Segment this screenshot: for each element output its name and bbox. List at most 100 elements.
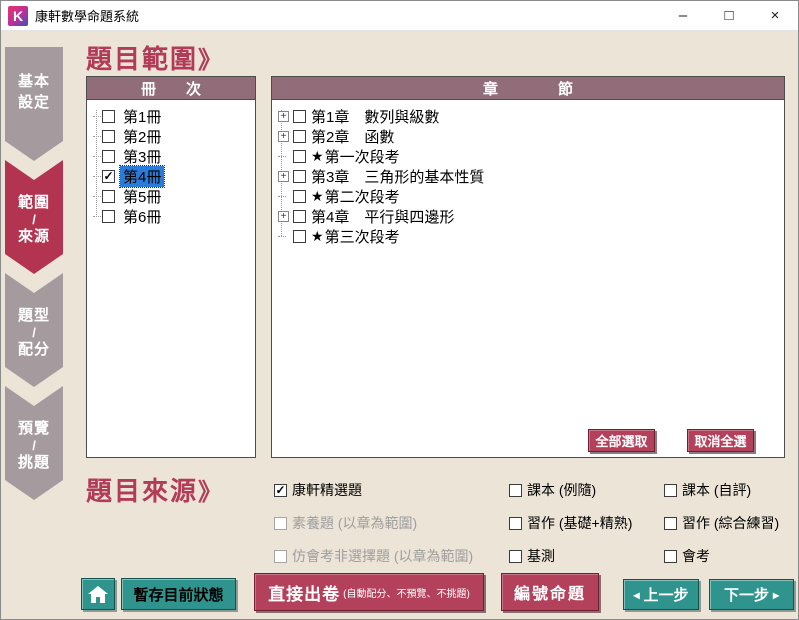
expand-icon[interactable]: + <box>278 111 289 122</box>
sidebar-tab-label: 題型 <box>5 305 63 326</box>
volume-checkbox[interactable] <box>102 110 115 123</box>
chapter-item[interactable]: +第3章三角形的基本性質 <box>272 166 784 186</box>
chapter-checkbox[interactable] <box>293 190 306 203</box>
source-checkbox[interactable] <box>274 484 287 497</box>
tree-stub <box>93 136 101 137</box>
home-button[interactable] <box>81 578 115 610</box>
chapter-checkbox[interactable] <box>293 210 306 223</box>
tree-stub <box>93 156 101 157</box>
source-column-3: 課本 (自評) 習作 (綜合練習) 會考 <box>664 480 779 579</box>
title-bar: K 康軒數學命題系統 – □ × <box>1 1 798 31</box>
volume-item[interactable]: 第6冊 <box>87 206 255 226</box>
maximize-button[interactable]: □ <box>706 1 752 30</box>
chapter-number: 第4章 <box>311 206 349 227</box>
source-label: 會考 <box>682 546 710 566</box>
chapter-item[interactable]: ★第一次段考 <box>272 146 784 166</box>
volume-checkbox[interactable] <box>102 190 115 203</box>
save-state-button[interactable]: 暫存目前狀態 <box>121 578 236 610</box>
tree-stub <box>93 116 101 117</box>
volume-checkbox[interactable] <box>102 210 115 223</box>
volume-label[interactable]: 第3冊 <box>120 146 164 167</box>
chapter-title: 數列與級數 <box>364 106 439 127</box>
chapter-checkbox[interactable] <box>293 170 306 183</box>
source-option[interactable]: 課本 (例隨) <box>509 480 632 500</box>
chapter-item[interactable]: ★第二次段考 <box>272 186 784 206</box>
source-heading-text: 題目來源 <box>86 476 198 506</box>
expand-icon[interactable]: + <box>278 131 289 142</box>
volume-checkbox[interactable] <box>102 170 115 183</box>
volume-panel: 冊 次 第1冊第2冊第3冊第4冊第5冊第6冊 <box>86 76 256 458</box>
close-button[interactable]: × <box>752 1 798 30</box>
expand-icon[interactable]: + <box>278 171 289 182</box>
volume-item[interactable]: 第2冊 <box>87 126 255 146</box>
volume-item[interactable]: 第1冊 <box>87 106 255 126</box>
source-checkbox[interactable] <box>664 550 677 563</box>
deselect-all-button[interactable]: 取消全選 <box>687 429 754 452</box>
home-icon <box>88 586 108 603</box>
direct-exam-button[interactable]: 直接出卷 (自動配分、不預覽、不挑題) <box>254 573 484 611</box>
chapter-tree: 全部選取 取消全選 + 第1章數列與級數 + 第2章函數★第一次段考+第3章三角形的基… <box>272 100 784 456</box>
source-checkbox[interactable] <box>509 517 522 530</box>
tree-stub <box>278 236 286 237</box>
source-option[interactable]: 基測 <box>509 546 632 566</box>
window-controls: – □ × <box>660 1 798 30</box>
source-option[interactable]: 會考 <box>664 546 779 566</box>
expand-icon[interactable]: + <box>278 211 289 222</box>
source-checkbox[interactable] <box>664 484 677 497</box>
sidebar-tab-preview[interactable]: 預覽/挑題 <box>5 386 63 500</box>
sidebar-tab-label: 挑題 <box>5 452 63 473</box>
source-option[interactable]: 課本 (自評) <box>664 480 779 500</box>
chapter-title: 第一次段考 <box>325 146 400 167</box>
chapter-checkbox[interactable] <box>293 150 306 163</box>
volume-panel-header: 冊 次 <box>87 77 255 100</box>
source-heading-chevron: 》 <box>198 479 224 506</box>
source-checkbox[interactable] <box>274 550 287 563</box>
source-checkbox[interactable] <box>509 550 522 563</box>
volume-checkbox[interactable] <box>102 150 115 163</box>
volume-item[interactable]: 第4冊 <box>87 166 255 186</box>
source-label: 基測 <box>527 546 555 566</box>
minimize-button[interactable]: – <box>660 1 706 30</box>
sidebar-tab-label: 設定 <box>5 92 63 113</box>
volume-label[interactable]: 第4冊 <box>120 166 164 187</box>
sidebar-tab-label: 範圍 <box>5 192 63 213</box>
chapter-panel-header: 章 節 <box>272 77 784 100</box>
chapter-checkbox[interactable] <box>293 110 306 123</box>
source-option[interactable]: 康軒精選題 <box>274 480 473 500</box>
volume-item[interactable]: 第3冊 <box>87 146 255 166</box>
chapter-checkbox[interactable] <box>293 130 306 143</box>
chapter-item[interactable]: + 第2章函數 <box>272 126 784 146</box>
volume-item[interactable]: 第5冊 <box>87 186 255 206</box>
source-option[interactable]: 習作 (基礎+精熟) <box>509 513 632 533</box>
volume-label[interactable]: 第2冊 <box>120 126 164 147</box>
next-step-button[interactable]: 下一步 ▸ <box>709 579 794 610</box>
source-column-2: 課本 (例隨) 習作 (基礎+精熟) 基測 <box>509 480 632 579</box>
sidebar-tab-scope[interactable]: 範圍/來源 <box>5 160 63 274</box>
app-window: K 康軒數學命題系統 – □ × 基本設定範圍/來源題型/配分預覽/挑題 題目範… <box>0 0 799 620</box>
sidebar-tab-basic[interactable]: 基本設定 <box>5 47 63 161</box>
chapter-number: 第2章 <box>311 126 349 147</box>
scope-heading-text: 題目範圍 <box>86 44 198 74</box>
previous-step-button[interactable]: ◂ 上一步 <box>623 579 699 610</box>
source-option[interactable]: 素養題 (以章為範圍) <box>274 513 473 533</box>
chapter-item[interactable]: +第4章平行與四邊形 <box>272 206 784 226</box>
volume-label[interactable]: 第1冊 <box>120 106 164 127</box>
source-option[interactable]: 仿會考非選擇題 (以章為範圍) <box>274 546 473 566</box>
numbered-exam-button[interactable]: 編號命題 <box>501 573 599 611</box>
source-option[interactable]: 習作 (綜合練習) <box>664 513 779 533</box>
sidebar-tab-types[interactable]: 題型/配分 <box>5 273 63 387</box>
chapter-item[interactable]: + 第1章數列與級數 <box>272 106 784 126</box>
chapter-number: 第1章 <box>311 106 349 127</box>
source-checkbox[interactable] <box>509 484 522 497</box>
source-checkbox[interactable] <box>274 517 287 530</box>
volume-label[interactable]: 第5冊 <box>120 186 164 207</box>
volume-checkbox[interactable] <box>102 130 115 143</box>
source-checkbox[interactable] <box>664 517 677 530</box>
select-all-button[interactable]: 全部選取 <box>588 429 655 452</box>
source-label: 習作 (綜合練習) <box>682 513 779 533</box>
volume-label[interactable]: 第6冊 <box>120 206 164 227</box>
chapter-title: 函數 <box>364 126 394 147</box>
chapter-item[interactable]: ★第三次段考 <box>272 226 784 246</box>
chapter-checkbox[interactable] <box>293 230 306 243</box>
source-label: 課本 (自評) <box>682 480 751 500</box>
